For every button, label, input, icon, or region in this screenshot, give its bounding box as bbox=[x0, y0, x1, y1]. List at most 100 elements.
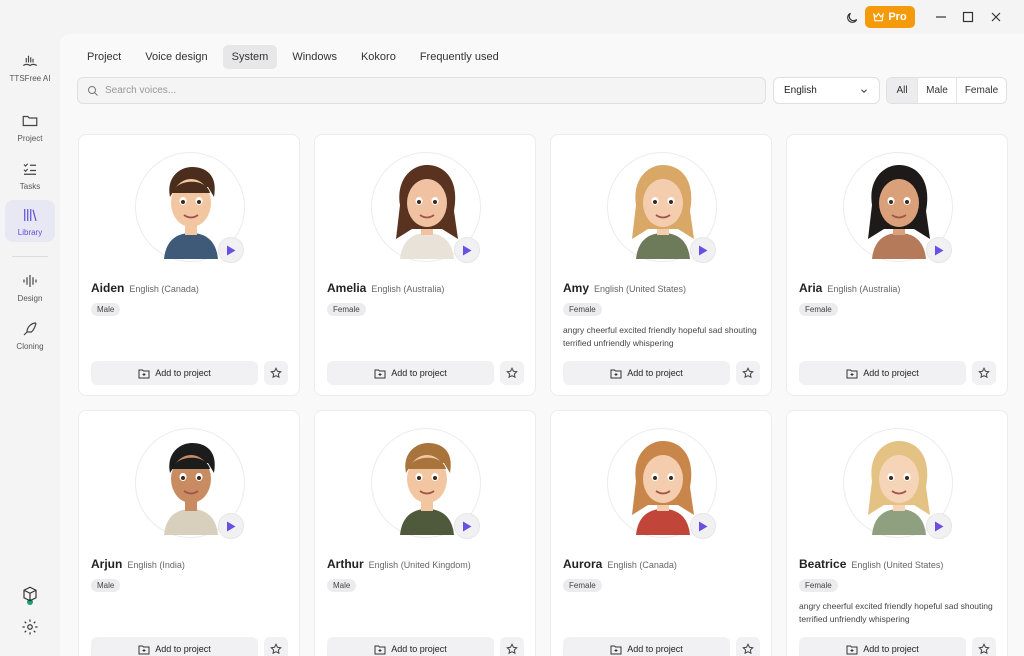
favorite-button[interactable] bbox=[736, 637, 760, 656]
book-wave-icon bbox=[22, 55, 38, 66]
tab-frequently-used[interactable]: Frequently used bbox=[411, 45, 508, 69]
star-icon bbox=[270, 643, 282, 655]
add-to-project-label: Add to project bbox=[863, 368, 919, 378]
play-button[interactable] bbox=[454, 513, 480, 539]
folder-plus-icon bbox=[374, 645, 386, 654]
sidebar-item-label: Library bbox=[17, 227, 43, 237]
favorite-button[interactable] bbox=[264, 361, 288, 385]
folder-plus-icon bbox=[374, 369, 386, 378]
gear-icon[interactable] bbox=[21, 618, 39, 636]
add-to-project-button[interactable]: Add to project bbox=[327, 361, 494, 385]
folder-plus-icon bbox=[846, 645, 858, 654]
maximize-icon[interactable] bbox=[958, 7, 978, 27]
language-select[interactable]: English bbox=[773, 77, 880, 104]
sidebar-item-tasks[interactable]: Tasks bbox=[5, 154, 55, 196]
tab-voice-design[interactable]: Voice design bbox=[136, 45, 216, 69]
voice-name: Amy bbox=[563, 281, 590, 295]
package-icon[interactable] bbox=[21, 585, 39, 603]
moon-icon[interactable] bbox=[842, 8, 862, 28]
favorite-button[interactable] bbox=[736, 361, 760, 385]
chevron-down-icon bbox=[861, 88, 867, 93]
sidebar-item-project[interactable]: Project bbox=[5, 106, 55, 148]
star-icon bbox=[742, 367, 754, 379]
favorite-button[interactable] bbox=[264, 637, 288, 656]
add-to-project-button[interactable]: Add to project bbox=[799, 361, 966, 385]
folder-plus-icon bbox=[138, 369, 150, 378]
search-icon bbox=[88, 85, 98, 96]
voice-card: Aiden English (Canada) Male Add to proje… bbox=[78, 134, 300, 396]
voice-avatar bbox=[135, 152, 245, 263]
filter-male-button[interactable]: Male bbox=[918, 78, 957, 103]
add-to-project-button[interactable]: Add to project bbox=[91, 361, 258, 385]
voice-language: English (Australia) bbox=[827, 284, 901, 294]
voice-avatar bbox=[371, 428, 481, 539]
folder-plus-icon bbox=[846, 369, 858, 378]
voice-card: Arthur English (United Kingdom) Male Add… bbox=[314, 410, 536, 656]
tab-project[interactable]: Project bbox=[78, 45, 130, 69]
folder-icon bbox=[22, 115, 38, 126]
gender-badge: Male bbox=[327, 579, 357, 592]
favorite-button[interactable] bbox=[500, 637, 524, 656]
app-name: TTSFree AI bbox=[9, 73, 51, 83]
voice-card: Amelia English (Australia) Female Add to… bbox=[314, 134, 536, 396]
crown-icon bbox=[873, 12, 885, 22]
app-logo[interactable]: TTSFree AI bbox=[5, 46, 55, 88]
add-to-project-label: Add to project bbox=[155, 644, 211, 654]
filter-all-button[interactable]: All bbox=[887, 78, 918, 103]
voice-card: Beatrice English (United States) Female … bbox=[786, 410, 1008, 656]
play-icon bbox=[699, 521, 708, 531]
sidebar-item-cloning[interactable]: Cloning bbox=[5, 314, 55, 356]
sidebar-item-design[interactable]: Design bbox=[5, 266, 55, 308]
voice-name: Arthur bbox=[327, 557, 364, 571]
voice-title-row: Aiden English (Canada) bbox=[91, 281, 199, 295]
main-panel: Project Voice design System Windows Koko… bbox=[60, 34, 1024, 656]
sidebar-item-label: Design bbox=[17, 293, 43, 303]
gender-badge: Male bbox=[91, 579, 121, 592]
minimize-icon[interactable] bbox=[931, 7, 951, 27]
pro-upgrade-button[interactable]: Pro bbox=[865, 6, 915, 28]
add-to-project-button[interactable]: Add to project bbox=[327, 637, 494, 656]
add-to-project-button[interactable]: Add to project bbox=[563, 637, 730, 656]
voice-language: English (Canada) bbox=[607, 560, 677, 570]
play-icon bbox=[699, 245, 708, 255]
play-button[interactable] bbox=[926, 237, 952, 263]
star-icon bbox=[270, 367, 282, 379]
voice-name: Amelia bbox=[327, 281, 367, 295]
sidebar-divider bbox=[12, 256, 48, 257]
pro-label: Pro bbox=[888, 11, 907, 23]
title-bar: Pro bbox=[0, 0, 1024, 34]
gender-badge: Female bbox=[799, 579, 838, 592]
voice-name: Beatrice bbox=[799, 557, 847, 571]
tab-kokoro[interactable]: Kokoro bbox=[352, 45, 405, 69]
voice-language: English (Canada) bbox=[129, 284, 199, 294]
close-icon[interactable] bbox=[986, 7, 1006, 27]
favorite-button[interactable] bbox=[972, 361, 996, 385]
voice-title-row: Aurora English (Canada) bbox=[563, 557, 677, 571]
play-icon bbox=[227, 245, 236, 255]
voice-language: English (United States) bbox=[851, 560, 944, 570]
sidebar-item-library[interactable]: Library bbox=[5, 200, 55, 242]
play-button[interactable] bbox=[454, 237, 480, 263]
tab-system[interactable]: System bbox=[222, 45, 278, 69]
filter-female-button[interactable]: Female bbox=[957, 78, 1006, 103]
add-to-project-button[interactable]: Add to project bbox=[91, 637, 258, 656]
favorite-button[interactable] bbox=[500, 361, 524, 385]
play-button[interactable] bbox=[218, 237, 244, 263]
voice-avatar bbox=[135, 428, 245, 539]
tab-windows[interactable]: Windows bbox=[283, 45, 346, 69]
language-value: English bbox=[784, 85, 817, 96]
play-button[interactable] bbox=[690, 513, 716, 539]
add-to-project-button[interactable]: Add to project bbox=[799, 637, 966, 656]
voice-title-row: Amelia English (Australia) bbox=[327, 281, 444, 295]
play-button[interactable] bbox=[690, 237, 716, 263]
play-button[interactable] bbox=[926, 513, 952, 539]
folder-plus-icon bbox=[610, 645, 622, 654]
checklist-icon bbox=[23, 162, 36, 175]
voice-card: Aria English (Australia) Female Add to p… bbox=[786, 134, 1008, 396]
play-button[interactable] bbox=[218, 513, 244, 539]
sidebar-item-label: Project bbox=[17, 133, 43, 143]
voice-styles: angry cheerful excited friendly hopeful … bbox=[799, 601, 993, 624]
add-to-project-button[interactable]: Add to project bbox=[563, 361, 730, 385]
favorite-button[interactable] bbox=[972, 637, 996, 656]
search-input[interactable] bbox=[105, 85, 705, 96]
